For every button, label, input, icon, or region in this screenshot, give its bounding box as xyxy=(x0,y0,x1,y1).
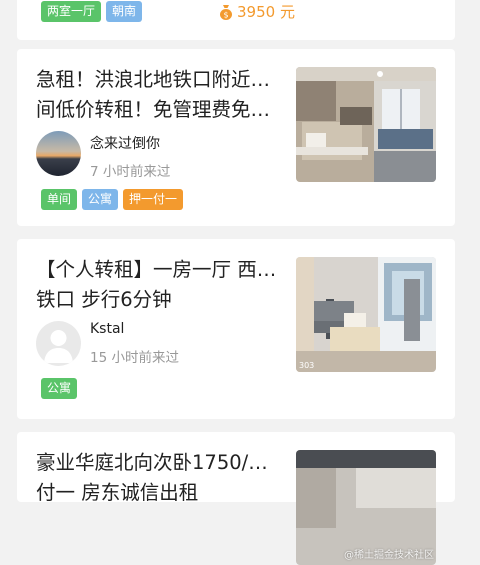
title-line: 急租！洪浪北地铁口附近大单 xyxy=(36,68,286,91)
title-line: 铁口 步行6分钟 xyxy=(36,288,172,311)
last-visit-time: 7 小时前来过 xyxy=(90,164,171,180)
title-line: 间低价转租！免管理费免网… xyxy=(36,98,286,121)
money-bag-icon: $ xyxy=(220,4,232,20)
listing-card[interactable]: 两室一厅 朝南 $ 3950 元 xyxy=(17,0,455,40)
tag: 公寓 xyxy=(82,189,119,210)
tag: 公寓 xyxy=(41,378,78,399)
last-visit-time: 15 小时前来过 xyxy=(90,350,179,366)
photo-label: 303 xyxy=(299,361,314,370)
title-line: 【个人转租】一房一厅 西乡地 xyxy=(36,258,286,281)
watermark: @稀土掘金技术社区 xyxy=(344,550,434,561)
listing-photo[interactable] xyxy=(296,67,436,182)
tag: 两室一厅 xyxy=(41,1,102,22)
listing-photo[interactable]: 303 xyxy=(296,257,436,372)
listing-title[interactable]: 【个人转租】一房一厅 西乡地 铁口 步行6分钟 xyxy=(36,255,286,315)
tag-list: 公寓 xyxy=(41,378,78,399)
price: $ 3950 元 xyxy=(219,1,295,22)
avatar[interactable] xyxy=(36,131,81,176)
tag: 押一付一 xyxy=(123,189,184,210)
tag: 朝南 xyxy=(106,1,143,22)
price-text: 3950 元 xyxy=(237,3,295,21)
room-photo xyxy=(296,67,436,182)
listing-title[interactable]: 豪业华庭北向次卧1750/月押一 付一 房东诚信出租 xyxy=(36,448,286,508)
listing-card[interactable]: 豪业华庭北向次卧1750/月押一 付一 房东诚信出租 @稀土掘金技术社区 xyxy=(17,432,455,565)
person-silhouette-icon xyxy=(44,330,73,363)
tag-list: 单间 公寓 押一付一 xyxy=(41,189,184,210)
title-line: 付一 房东诚信出租 xyxy=(36,481,199,504)
tag: 单间 xyxy=(41,189,78,210)
listing-photo[interactable]: @稀土掘金技术社区 xyxy=(296,450,436,565)
title-line: 豪业华庭北向次卧1750/月押一 xyxy=(36,451,286,474)
username[interactable]: Kstal xyxy=(90,321,124,337)
username[interactable]: 念来过倒你 xyxy=(90,133,160,153)
tag-list: 两室一厅 朝南 xyxy=(41,1,143,22)
listing-card[interactable]: 【个人转租】一房一厅 西乡地 铁口 步行6分钟 Kstal 15 小时前来过 公… xyxy=(17,239,455,419)
svg-text:$: $ xyxy=(223,10,228,19)
room-photo: 303 xyxy=(296,257,436,372)
avatar[interactable] xyxy=(36,321,81,366)
listing-title[interactable]: 急租！洪浪北地铁口附近大单 间低价转租！免管理费免网… xyxy=(36,65,286,125)
listing-card[interactable]: 急租！洪浪北地铁口附近大单 间低价转租！免管理费免网… 念来过倒你 7 小时前来… xyxy=(17,49,455,226)
